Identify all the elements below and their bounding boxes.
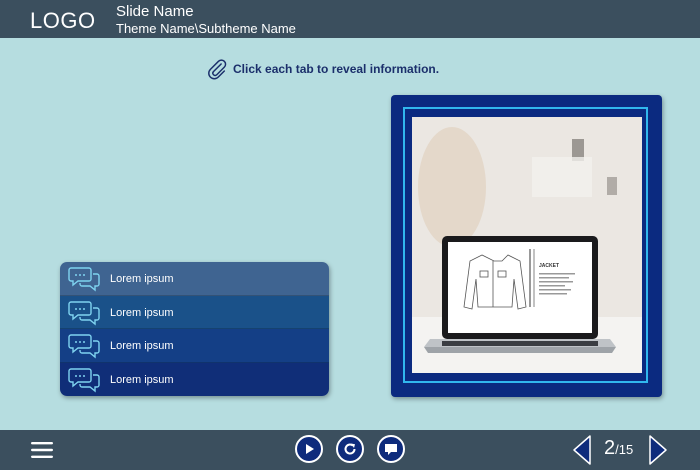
current-page: 2 <box>604 437 616 459</box>
tab-4-label: Lorem ipsum <box>110 373 174 386</box>
chat-bubbles-icon <box>68 332 102 363</box>
tab-3[interactable]: Lorem ipsum <box>60 329 329 363</box>
laptop-photo: JACKET <box>412 117 642 373</box>
instruction-text: Click each tab to reveal information. <box>233 62 440 76</box>
total-pages: /15 <box>615 442 634 457</box>
replay-icon <box>344 443 356 455</box>
image-frame: JACKET <box>391 95 662 397</box>
tab-1-label: Lorem ipsum <box>110 273 174 285</box>
footer-bar: 2/15 <box>0 430 700 470</box>
screen-heading: JACKET <box>539 263 559 269</box>
tab-1[interactable]: Lorem ipsum <box>60 262 329 296</box>
chat-bubbles-icon <box>68 299 102 330</box>
comment-button[interactable] <box>377 435 405 463</box>
header-bar: LOGO Slide Name Theme Name\Subtheme Name <box>0 0 700 38</box>
replay-button[interactable] <box>336 435 364 463</box>
tab-4[interactable]: Lorem ipsum <box>60 362 329 397</box>
logo: LOGO <box>30 8 96 33</box>
paperclip-icon <box>208 59 227 80</box>
chat-bubbles-icon <box>68 265 102 296</box>
next-arrow-icon[interactable] <box>648 434 668 466</box>
instruction: Click each tab to reveal information. <box>206 58 439 80</box>
comment-icon <box>385 444 397 455</box>
tab-2-label: Lorem ipsum <box>110 306 174 319</box>
slide-title: Slide Name <box>116 3 194 20</box>
breadcrumb: Theme Name\Subtheme Name <box>116 21 296 36</box>
tab-2[interactable]: Lorem ipsum <box>60 295 329 330</box>
page-indicator: 2/15 <box>604 437 633 460</box>
tab-3-label: Lorem ipsum <box>110 340 174 352</box>
tabs-panel: Lorem ipsum Lorem ipsum Lorem ipsum Lore… <box>60 262 329 396</box>
play-icon <box>306 444 314 454</box>
chat-bubbles-icon <box>68 366 102 397</box>
play-button[interactable] <box>295 435 323 463</box>
prev-arrow-icon[interactable] <box>572 434 592 466</box>
menu-icon[interactable] <box>30 440 54 460</box>
